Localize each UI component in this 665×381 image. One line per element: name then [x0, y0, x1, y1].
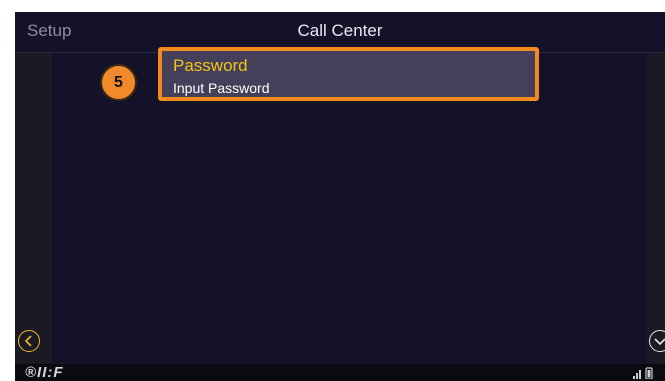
step-number-badge: 5 — [100, 64, 137, 101]
device-screen: Setup Call Center Password Input Passwor… — [15, 12, 665, 381]
right-rail — [647, 53, 665, 364]
chevron-left-circle-icon[interactable] — [18, 330, 40, 352]
list-item-title: Password — [173, 56, 248, 75]
left-rail — [15, 53, 52, 364]
status-footer: ®II:F — [15, 364, 665, 381]
brand-logo: ®II:F — [25, 364, 64, 381]
list-item-password[interactable]: Password Input Password — [158, 47, 539, 101]
page-title: Call Center — [297, 21, 383, 40]
signal-icon — [633, 367, 653, 379]
list-item-subtitle: Input Password — [173, 80, 270, 96]
chevron-down-circle-icon[interactable] — [649, 330, 665, 352]
